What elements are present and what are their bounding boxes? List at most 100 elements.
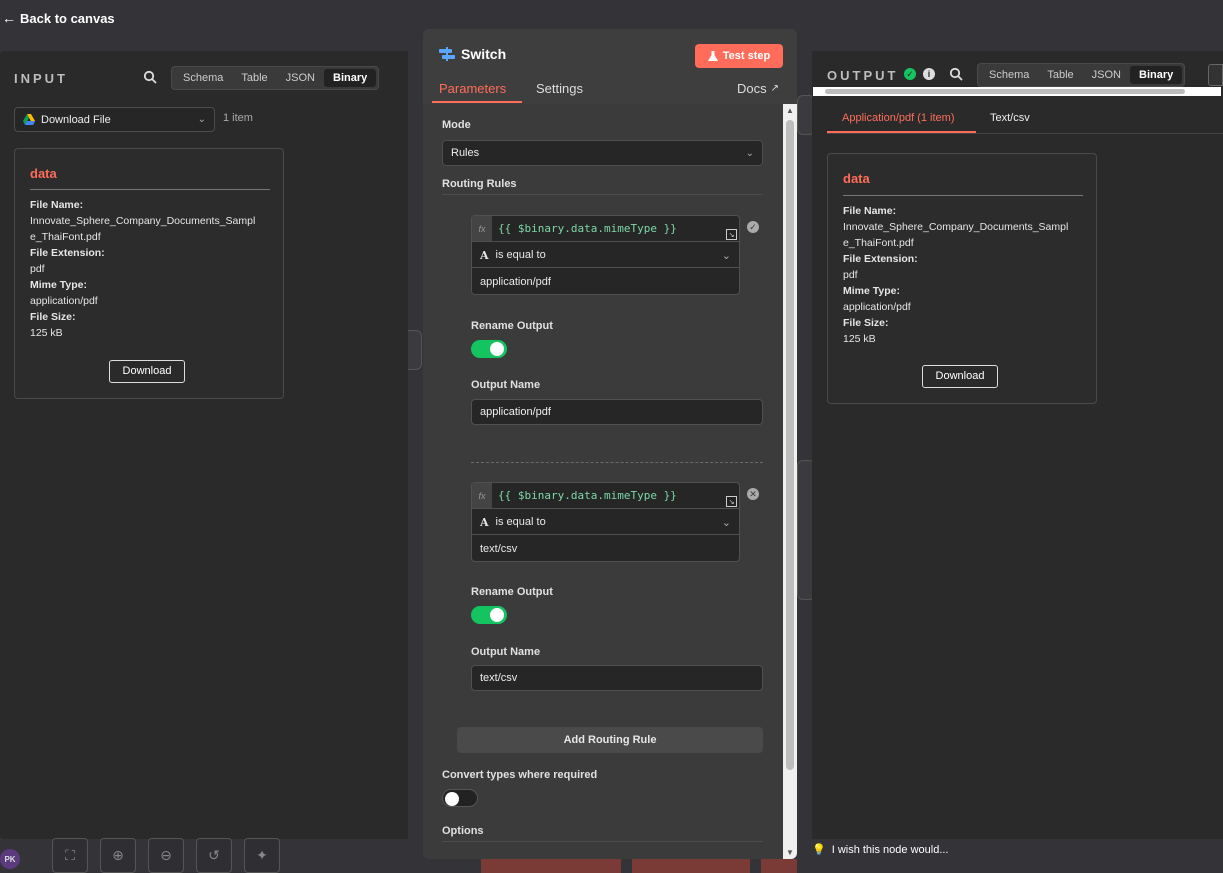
- pin-data-button[interactable]: [1208, 64, 1223, 86]
- file-name-value-cont: e_ThaiFont.pdf: [30, 231, 101, 243]
- flask-icon: [707, 50, 718, 61]
- mime-type-label: Mime Type:: [843, 285, 900, 297]
- input-tab-table[interactable]: Table: [232, 69, 276, 87]
- horizontal-scrollbar[interactable]: [813, 87, 1221, 96]
- scroll-thumb[interactable]: [825, 89, 1185, 94]
- tab-settings[interactable]: Settings: [536, 81, 583, 96]
- rename-output-toggle[interactable]: [471, 340, 507, 358]
- string-type-icon: A: [480, 515, 489, 529]
- output-view-tabs: Schema Table JSON Binary: [977, 63, 1186, 87]
- zoom-out-icon[interactable]: ⊖: [148, 838, 184, 873]
- node-header: Switch Test step Parameters Settings Doc…: [423, 29, 797, 104]
- reset-zoom-icon[interactable]: ↺: [196, 838, 232, 873]
- binary-data-card: data File Name: Innovate_Sphere_Company_…: [14, 148, 284, 399]
- success-check-icon: ✓: [904, 68, 916, 80]
- output-tab-binary[interactable]: Binary: [1130, 66, 1183, 84]
- output-tab-table[interactable]: Table: [1038, 66, 1082, 84]
- zoom-in-icon[interactable]: ⊕: [100, 838, 136, 873]
- avatar[interactable]: PK: [0, 849, 20, 869]
- input-node-select[interactable]: Download File ⌄: [14, 107, 215, 132]
- node-title: Switch: [439, 46, 506, 62]
- rule-separator: [471, 462, 763, 463]
- routing-rule-2: fx {{ $binary.data.mimeType }} ↘ A is eq…: [471, 482, 740, 562]
- download-button[interactable]: Download: [109, 360, 185, 383]
- mode-label: Mode: [442, 119, 471, 131]
- docs-label: Docs: [737, 81, 767, 96]
- divider: [30, 189, 270, 190]
- remove-rule-icon[interactable]: ✕: [747, 488, 759, 500]
- input-tab-binary[interactable]: Binary: [324, 69, 377, 87]
- input-panel: INPUT Schema Table JSON Binary Download …: [0, 51, 408, 839]
- download-button[interactable]: Download: [922, 365, 998, 388]
- chevron-down-icon: ⌄: [721, 249, 731, 262]
- input-node-name: Download File: [41, 113, 111, 126]
- file-size-value: 125 kB: [30, 327, 63, 339]
- convert-types-label: Convert types where required: [442, 769, 598, 781]
- fx-icon: fx: [472, 483, 492, 508]
- tab-parameters[interactable]: Parameters: [439, 81, 506, 96]
- switch-node-icon: [439, 47, 455, 61]
- string-type-icon: A: [480, 248, 489, 262]
- docs-link[interactable]: Docs ↗: [737, 81, 779, 96]
- binary-card-details: File Name: Innovate_Sphere_Company_Docum…: [843, 203, 1068, 347]
- input-view-tabs: Schema Table JSON Binary: [171, 66, 380, 90]
- rule-operator-select[interactable]: A is equal to ⌄: [472, 243, 739, 268]
- check-circle-icon: ✓: [747, 221, 759, 233]
- feedback-link[interactable]: 💡 I wish this node would...: [812, 843, 949, 857]
- info-icon[interactable]: i: [923, 68, 935, 80]
- options-label: Options: [442, 825, 484, 837]
- mime-type-value: application/pdf: [843, 301, 911, 313]
- canvas-ghost-bar: [481, 859, 621, 873]
- vertical-scrollbar[interactable]: ▲ ▼: [783, 104, 797, 859]
- input-tab-schema[interactable]: Schema: [174, 69, 232, 87]
- output-branch-tab-pdf[interactable]: Application/pdf (1 item): [842, 112, 955, 124]
- input-tab-json[interactable]: JSON: [277, 69, 324, 87]
- node-title-text: Switch: [461, 46, 507, 62]
- expand-icon[interactable]: ↘: [726, 229, 737, 240]
- rule-operator-select[interactable]: A is equal to ⌄: [472, 510, 739, 535]
- chevron-down-icon: ⌄: [745, 147, 754, 159]
- file-name-label: File Name:: [843, 205, 897, 217]
- rename-output-toggle[interactable]: [471, 606, 507, 624]
- scroll-up-icon[interactable]: ▲: [786, 106, 794, 115]
- rule-expression: {{ $binary.data.mimeType }}: [498, 489, 677, 502]
- canvas-ghost-bar: [632, 859, 750, 873]
- output-name-input[interactable]: application/pdf: [471, 399, 763, 425]
- chevron-down-icon: ⌄: [197, 114, 206, 125]
- rule-value-field[interactable]: text/csv: [472, 536, 739, 562]
- file-extension-label: File Extension:: [843, 253, 918, 265]
- test-step-button[interactable]: Test step: [695, 44, 783, 68]
- output-name-label: Output Name: [471, 646, 541, 658]
- expand-icon[interactable]: ↘: [726, 496, 737, 507]
- rule-expression: {{ $binary.data.mimeType }}: [498, 222, 677, 235]
- mode-value: Rules: [451, 147, 480, 159]
- tidy-up-icon[interactable]: ✦: [244, 838, 280, 873]
- output-tab-schema[interactable]: Schema: [980, 66, 1038, 84]
- output-tab-json[interactable]: JSON: [1083, 66, 1130, 84]
- binary-data-card: data File Name: Innovate_Sphere_Company_…: [827, 153, 1097, 404]
- file-extension-label: File Extension:: [30, 247, 105, 259]
- search-icon[interactable]: [143, 70, 157, 84]
- routing-rules-label: Routing Rules: [442, 178, 517, 190]
- convert-types-toggle[interactable]: [442, 789, 478, 807]
- fit-view-icon[interactable]: ⛶: [52, 838, 88, 873]
- rule-expression-field[interactable]: fx {{ $binary.data.mimeType }} ↘: [472, 483, 739, 509]
- divider: [843, 195, 1083, 196]
- output-branch-tab-csv[interactable]: Text/csv: [990, 112, 1030, 124]
- divider: [442, 194, 763, 195]
- canvas-ghost-bar: [761, 859, 797, 873]
- scroll-down-icon[interactable]: ▼: [786, 848, 794, 857]
- external-link-icon: ↗: [770, 83, 780, 94]
- node-parameters-panel: Switch Test step Parameters Settings Doc…: [423, 29, 797, 859]
- search-icon[interactable]: [949, 67, 963, 81]
- rename-output-label: Rename Output: [471, 320, 553, 332]
- rule-expression-field[interactable]: fx {{ $binary.data.mimeType }} ↘: [472, 216, 739, 242]
- test-step-label: Test step: [722, 50, 771, 62]
- add-routing-rule-button[interactable]: Add Routing Rule: [457, 727, 763, 753]
- mode-select[interactable]: Rules ⌄: [442, 140, 763, 166]
- rule-value-field[interactable]: application/pdf: [472, 269, 739, 295]
- file-name-label: File Name:: [30, 199, 84, 211]
- output-name-input[interactable]: text/csv: [471, 665, 763, 691]
- scroll-thumb[interactable]: [786, 120, 794, 770]
- back-to-canvas-link[interactable]: ← Back to canvas: [2, 10, 115, 26]
